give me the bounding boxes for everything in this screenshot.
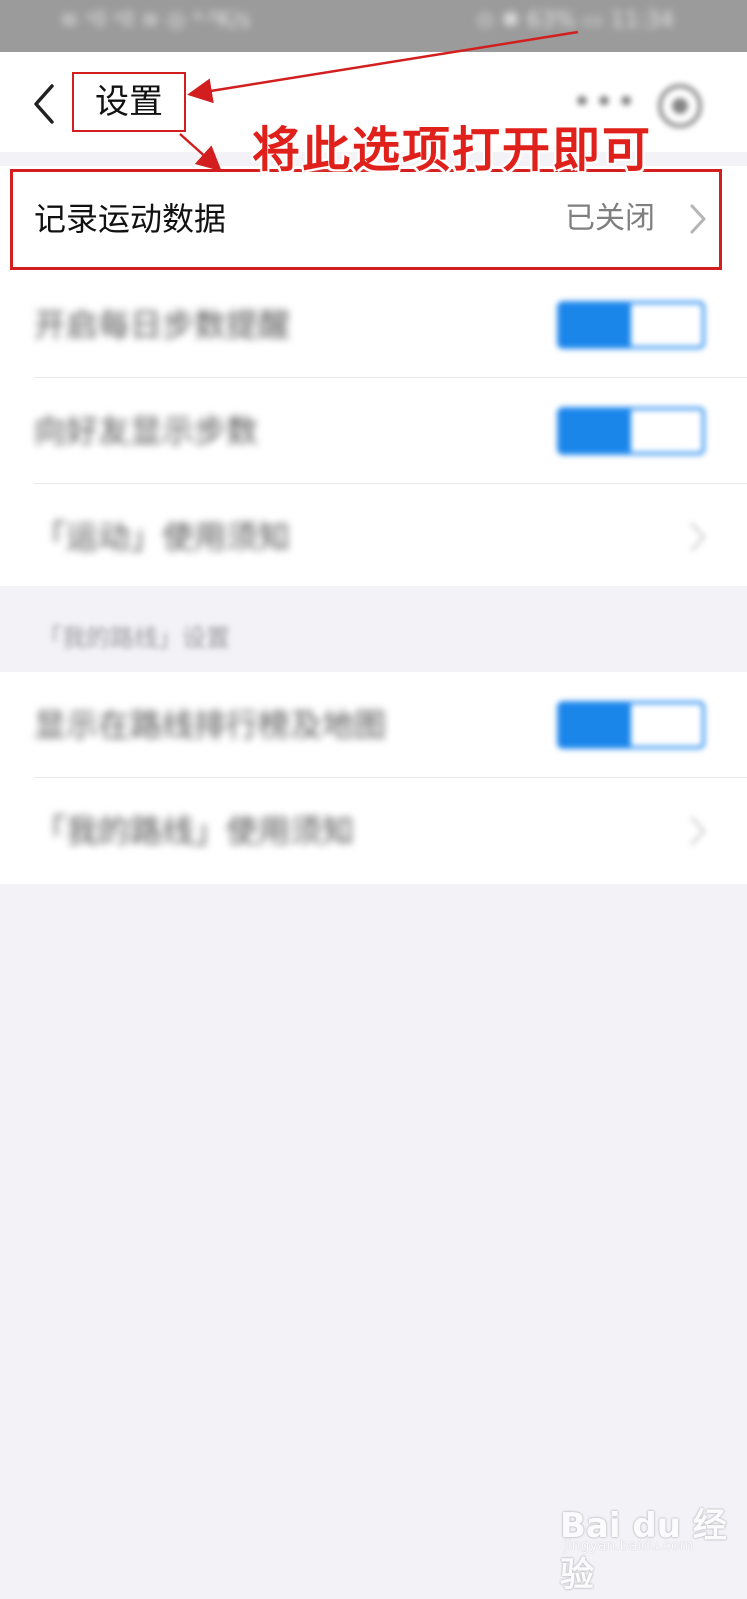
capsule-close-icon[interactable]	[658, 84, 702, 128]
toggle-fill	[560, 304, 631, 346]
chevron-right-icon	[690, 204, 706, 234]
chevron-right-icon	[690, 522, 706, 552]
row-show-in-ranking[interactable]: 显示在路线排行榜及地图	[0, 672, 747, 778]
row-route-usage-notice[interactable]: 「我的路线」使用须知	[0, 778, 747, 884]
ranking-toggle[interactable]	[557, 701, 705, 749]
chevron-right-icon	[690, 816, 706, 846]
show-friends-toggle[interactable]	[557, 407, 705, 455]
status-bar: ≋ ᵃll ᵃll ≋ ◎ ⁴·⁸K/s ⊙ ✱ 63% ▭ 11:34	[0, 0, 747, 52]
page-title: 设置	[95, 82, 163, 122]
row-label: 向好友显示步数	[34, 412, 259, 450]
row-daily-step-reminder[interactable]: 开启每日步数提醒	[0, 272, 747, 378]
watermark-url: jingyan.baidu.com	[564, 1538, 694, 1554]
toggle-fill	[560, 410, 631, 452]
status-left: ≋ ᵃll ᵃll ≋ ◎ ⁴·⁸K/s	[60, 8, 251, 33]
daily-reminder-toggle[interactable]	[557, 301, 705, 349]
baidu-jingyan-watermark: Bai du 经验 jingyan.baidu.com	[560, 1480, 730, 1595]
row-label: 开启每日步数提醒	[34, 306, 291, 344]
back-arrow-icon[interactable]	[28, 82, 64, 126]
row-label: 记录运动数据	[34, 200, 227, 238]
row-record-sport-data[interactable]: 记录运动数据 已关闭	[0, 166, 747, 272]
row-show-steps-to-friends[interactable]: 向好友显示步数	[0, 378, 747, 484]
status-value: 已关闭	[565, 201, 655, 236]
row-label: 「我的路线」使用须知	[34, 812, 355, 850]
row-sport-usage-notice[interactable]: 「运动」使用须知	[0, 484, 747, 590]
status-right: ⊙ ✱ 63% ▭ 11:34	[476, 8, 674, 33]
annotation-text: 将此选项打开即可	[252, 122, 653, 178]
row-label: 「运动」使用须知	[34, 518, 291, 556]
title-highlight-box: 设置	[72, 72, 186, 132]
toggle-fill	[560, 704, 631, 746]
route-settings-header: 「我的路线」设置	[0, 588, 747, 674]
row-label: 显示在路线排行榜及地图	[34, 706, 387, 744]
